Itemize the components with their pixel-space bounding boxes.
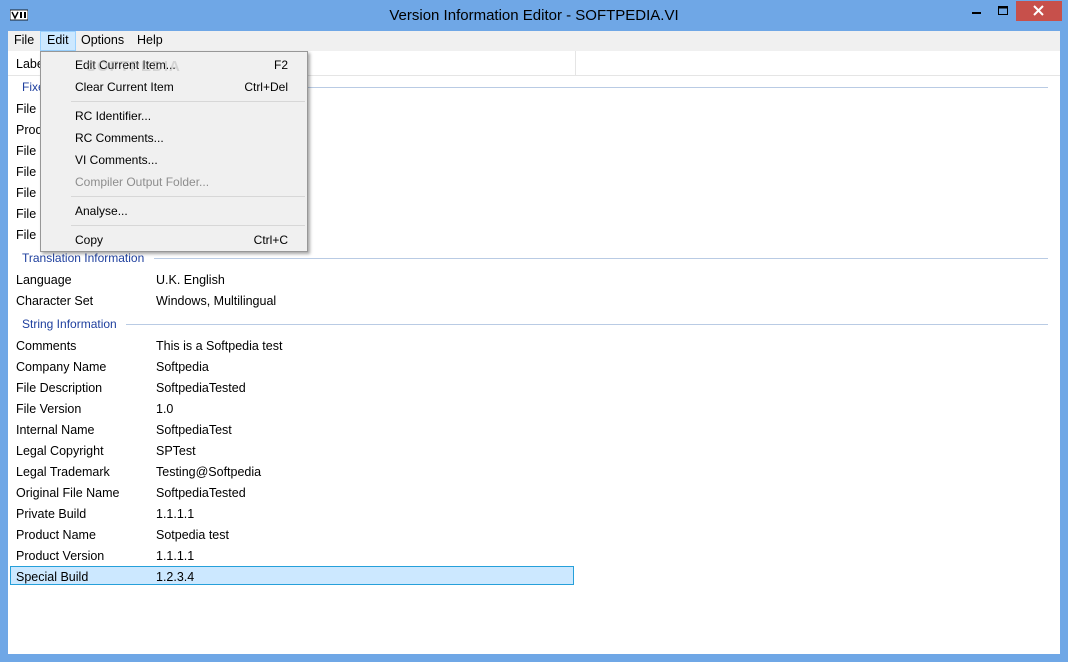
menu-item-label: Compiler Output Folder... [75,175,210,189]
list-item-label[interactable]: File [16,186,36,200]
menu-item-vi-comments[interactable]: VI Comments... [41,149,307,171]
list-item-value[interactable]: SoftpediaTested [156,381,246,395]
list-item-value[interactable]: Softpedia [156,360,209,374]
close-button[interactable] [1016,1,1062,21]
list-item-label[interactable]: File [16,144,36,158]
list-item-label[interactable]: File [16,102,36,116]
list-item-value[interactable]: Sotpedia test [156,528,229,542]
menu-edit[interactable]: Edit [40,31,76,51]
menu-item-label: Copy [75,233,104,247]
menu-item-label: RC Identifier... [75,109,152,123]
minimize-button[interactable] [964,1,990,21]
list-item-value[interactable]: SPTest [156,444,196,458]
edit-menu-dropdown: Edit Current Item... F2 Clear Current It… [40,51,308,252]
list-item-value[interactable]: 1.1.1.1 [156,549,194,563]
menu-separator [71,101,305,102]
app-window: Version Information Editor - SOFTPEDIA.V… [0,0,1068,662]
list-item-label[interactable]: File Version [16,402,81,416]
menu-item-copy[interactable]: Copy Ctrl+C [41,229,307,251]
menu-item-analyse[interactable]: Analyse... [41,200,307,222]
list-item-label[interactable]: File [16,228,36,242]
menu-item-label: RC Comments... [75,131,164,145]
menu-separator [71,196,305,197]
list-item-label[interactable]: Comments [16,339,76,353]
maximize-icon [998,6,1008,15]
header-divider[interactable] [575,51,576,75]
menu-item-shortcut: Ctrl+C [253,233,288,247]
list-item-value[interactable]: Windows, Multilingual [156,294,276,308]
group-string-information: String Information [22,317,117,331]
group-string-divider [126,324,1048,325]
menu-item-label: VI Comments... [75,153,158,167]
minimize-icon [972,12,981,14]
list-item-label[interactable]: Language [16,273,72,287]
menu-item-shortcut: Ctrl+Del [244,80,288,94]
list-item-label[interactable]: Original File Name [16,486,120,500]
menu-help[interactable]: Help [131,31,169,51]
group-translation-information: Translation Information [22,251,145,265]
softpedia-watermark: SOFTPEDIA [86,58,181,75]
list-item-label[interactable]: Character Set [16,294,93,308]
selected-row-highlight[interactable] [10,566,574,585]
list-item-value[interactable]: SoftpediaTested [156,486,246,500]
list-item-label[interactable]: Special Build [16,570,88,584]
list-item-label[interactable]: File Description [16,381,102,395]
menu-options[interactable]: Options [75,31,130,51]
list-item-value[interactable]: U.K. English [156,273,225,287]
list-item-value[interactable]: SoftpediaTest [156,423,232,437]
list-item-value[interactable]: 1.0 [156,402,173,416]
list-item-value[interactable]: Testing@Softpedia [156,465,261,479]
list-item-value[interactable]: 1.2.3.4 [156,570,194,584]
title-bar[interactable]: Version Information Editor - SOFTPEDIA.V… [0,0,1068,31]
list-item-value[interactable]: This is a Softpedia test [156,339,282,353]
list-item-label[interactable]: Legal Copyright [16,444,104,458]
menu-file[interactable]: File [8,31,40,51]
menu-item-shortcut: F2 [273,58,288,72]
list-item-label[interactable]: Private Build [16,507,86,521]
list-item-label[interactable]: Legal Trademark [16,465,110,479]
maximize-button[interactable] [990,1,1016,21]
list-item-label[interactable]: Product Name [16,528,96,542]
menu-item-compiler-output-folder: Compiler Output Folder... [41,171,307,193]
list-item-label[interactable]: Product Version [16,549,104,563]
menu-item-rc-identifier[interactable]: RC Identifier... [41,105,307,127]
group-translation-divider [154,258,1048,259]
close-icon [1033,5,1044,16]
menu-item-clear-current-item[interactable]: Clear Current Item Ctrl+Del [41,76,307,98]
window-title: Version Information Editor - SOFTPEDIA.V… [389,7,679,24]
menu-separator [71,225,305,226]
list-item-value[interactable]: 1.1.1.1 [156,507,194,521]
menu-bar: File Edit Options Help [8,31,1060,51]
menu-item-label: Analyse... [75,204,128,218]
list-item-label[interactable]: File [16,165,36,179]
list-item-label[interactable]: Internal Name [16,423,95,437]
menu-item-rc-comments[interactable]: RC Comments... [41,127,307,149]
menu-item-label: Clear Current Item [75,80,174,94]
list-item-label[interactable]: File [16,207,36,221]
list-item-label[interactable]: Company Name [16,360,106,374]
